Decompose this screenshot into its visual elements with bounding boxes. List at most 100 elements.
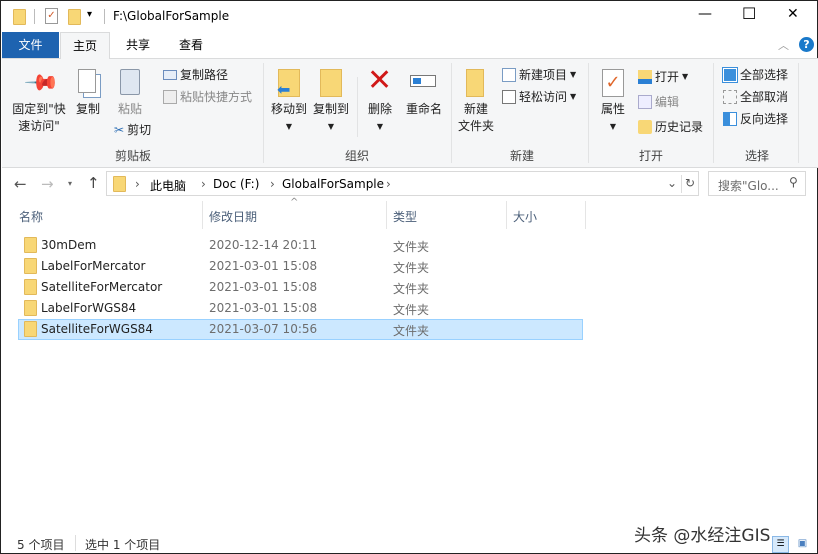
file-name: LabelForMercator: [41, 259, 146, 273]
file-type: 文件夹: [393, 303, 430, 317]
file-row[interactable]: SatelliteForMercator 2021-03-01 15:08 文件夹: [18, 277, 583, 298]
delete-button[interactable]: 删除 ▼: [364, 101, 396, 135]
forward-button[interactable]: →: [41, 175, 54, 193]
close-button[interactable]: ✕: [787, 6, 799, 22]
up-button[interactable]: ↑: [87, 174, 100, 192]
select-none-label: 全部取消: [740, 90, 789, 104]
new-item-icon: [502, 67, 516, 82]
column-header-type[interactable]: 类型: [393, 208, 417, 225]
group-label-clipboard: 剪贴板: [114, 149, 151, 163]
column-header-name[interactable]: 名称: [19, 208, 43, 225]
edit-button[interactable]: 编辑: [638, 93, 679, 110]
details-view-button[interactable]: ☰: [772, 536, 789, 553]
customize-toolbar-icon[interactable]: ▾: [87, 9, 92, 20]
folder-icon: [113, 176, 126, 192]
pin-label-line1: 固定到"快: [12, 102, 66, 116]
open-label: 打开: [655, 70, 680, 84]
help-icon[interactable]: ?: [799, 37, 814, 52]
new-folder-icon: [466, 69, 484, 97]
paste-shortcut-button[interactable]: 粘贴快捷方式: [163, 88, 252, 105]
easy-access-button[interactable]: 轻松访问 ▼: [502, 88, 576, 105]
edit-label: 编辑: [655, 95, 680, 109]
folder-icon: [24, 237, 37, 253]
breadcrumb-folder[interactable]: GlobalForSample: [282, 177, 384, 191]
file-type: 文件夹: [393, 240, 430, 254]
new-item-label: 新建项目: [519, 68, 568, 82]
divider: [585, 201, 586, 229]
breadcrumb-sep: ›: [386, 177, 391, 191]
new-item-button[interactable]: 新建项目 ▼: [502, 66, 576, 83]
new-folder-label-2: 文件夹: [457, 119, 494, 133]
open-button[interactable]: 打开 ▼: [638, 68, 688, 85]
file-name: 30mDem: [41, 238, 97, 252]
address-bar[interactable]: › 此电脑 › Doc (F:) › GlobalForSample › ⌄ ↻: [106, 171, 699, 196]
tab-file[interactable]: 文件: [2, 32, 59, 58]
scissors-icon: ✂: [114, 122, 125, 137]
tab-view[interactable]: 查看: [165, 32, 217, 58]
divider: [681, 175, 682, 193]
folder-icon: [24, 258, 37, 274]
breadcrumb-sep: ›: [201, 177, 206, 191]
file-row[interactable]: LabelForWGS84 2021-03-01 15:08 文件夹: [18, 298, 583, 319]
select-all-icon: [722, 66, 738, 83]
rename-button[interactable]: 重命名: [402, 101, 446, 118]
copy-path-icon: [163, 69, 177, 80]
file-date: 2021-03-01 15:08: [209, 259, 318, 273]
copy-to-label: 复制到: [312, 102, 349, 116]
column-header-size[interactable]: 大小: [513, 208, 537, 225]
rename-icon: [410, 75, 436, 87]
properties-button[interactable]: 属性 ▼: [596, 101, 630, 135]
properties-icon: ✓: [602, 69, 624, 97]
properties-quick-icon[interactable]: ✓: [45, 8, 58, 24]
large-icons-view-button[interactable]: ▣: [795, 536, 810, 551]
back-button[interactable]: ←: [14, 175, 27, 193]
file-type: 文件夹: [393, 324, 430, 338]
address-dropdown-icon[interactable]: ⌄: [667, 176, 677, 190]
move-to-button[interactable]: 移动到 ▼: [268, 101, 310, 135]
breadcrumb-sep: ›: [135, 177, 140, 191]
divider: [34, 9, 35, 24]
copy-to-button[interactable]: 复制到 ▼: [310, 101, 352, 135]
copy-path-button[interactable]: 复制路径: [163, 66, 228, 83]
file-row[interactable]: 30mDem 2020-12-14 20:11 文件夹: [18, 235, 583, 256]
paste-button[interactable]: 粘贴: [114, 101, 146, 118]
divider: [386, 201, 387, 229]
file-row[interactable]: LabelForMercator 2021-03-01 15:08 文件夹: [18, 256, 583, 277]
file-date: 2021-03-01 15:08: [209, 301, 318, 315]
invert-selection-icon: [723, 111, 737, 126]
minimize-button[interactable]: —: [698, 6, 712, 22]
collapse-ribbon-icon[interactable]: ︿: [778, 37, 789, 53]
maximize-button[interactable]: ☐: [742, 4, 756, 23]
tab-share[interactable]: 共享: [112, 32, 164, 58]
column-header-date[interactable]: 修改日期: [209, 208, 257, 225]
copy-button[interactable]: 复制: [72, 101, 104, 118]
group-label-organize: 组织: [344, 149, 369, 163]
divider: [713, 63, 714, 163]
ribbon: 📌 固定到"快 速访问" 复制 粘贴 ✂ 剪切 复制路径 粘贴快捷方式 剪贴板 ⬅ …: [2, 58, 818, 168]
search-box[interactable]: 搜索"Glo... ⚲: [708, 171, 806, 196]
select-all-label: 全部选择: [740, 68, 789, 82]
history-button[interactable]: 历史记录: [638, 118, 703, 135]
cut-button[interactable]: ✂ 剪切: [114, 121, 151, 138]
select-all-button[interactable]: 全部选择: [722, 66, 789, 83]
paste-shortcut-icon: [163, 89, 177, 104]
tab-home[interactable]: 主页: [60, 32, 110, 59]
folder-icon: [24, 321, 37, 337]
file-name: LabelForWGS84: [41, 301, 137, 315]
cut-label: 剪切: [127, 123, 152, 137]
file-row-selected[interactable]: SatelliteForWGS84 2021-03-07 10:56 文件夹: [18, 319, 583, 340]
select-none-button[interactable]: 全部取消: [723, 88, 788, 105]
recent-locations-button[interactable]: ▾: [68, 179, 72, 188]
open-icon: [638, 69, 652, 84]
divider: [506, 201, 507, 229]
invert-selection-button[interactable]: 反向选择: [723, 110, 788, 127]
breadcrumb-drive[interactable]: Doc (F:): [213, 177, 259, 191]
refresh-icon[interactable]: ↻: [685, 176, 695, 190]
new-folder-button[interactable]: 新建 文件夹: [454, 101, 498, 135]
search-input[interactable]: 搜索"Glo...: [718, 177, 779, 194]
new-folder-quick-icon[interactable]: [68, 9, 81, 25]
search-icon[interactable]: ⚲: [789, 175, 798, 189]
breadcrumb-this-pc[interactable]: 此电脑: [150, 177, 186, 194]
pin-quick-access-button[interactable]: 固定到"快 速访问": [8, 101, 70, 135]
delete-label: 删除: [367, 102, 392, 116]
